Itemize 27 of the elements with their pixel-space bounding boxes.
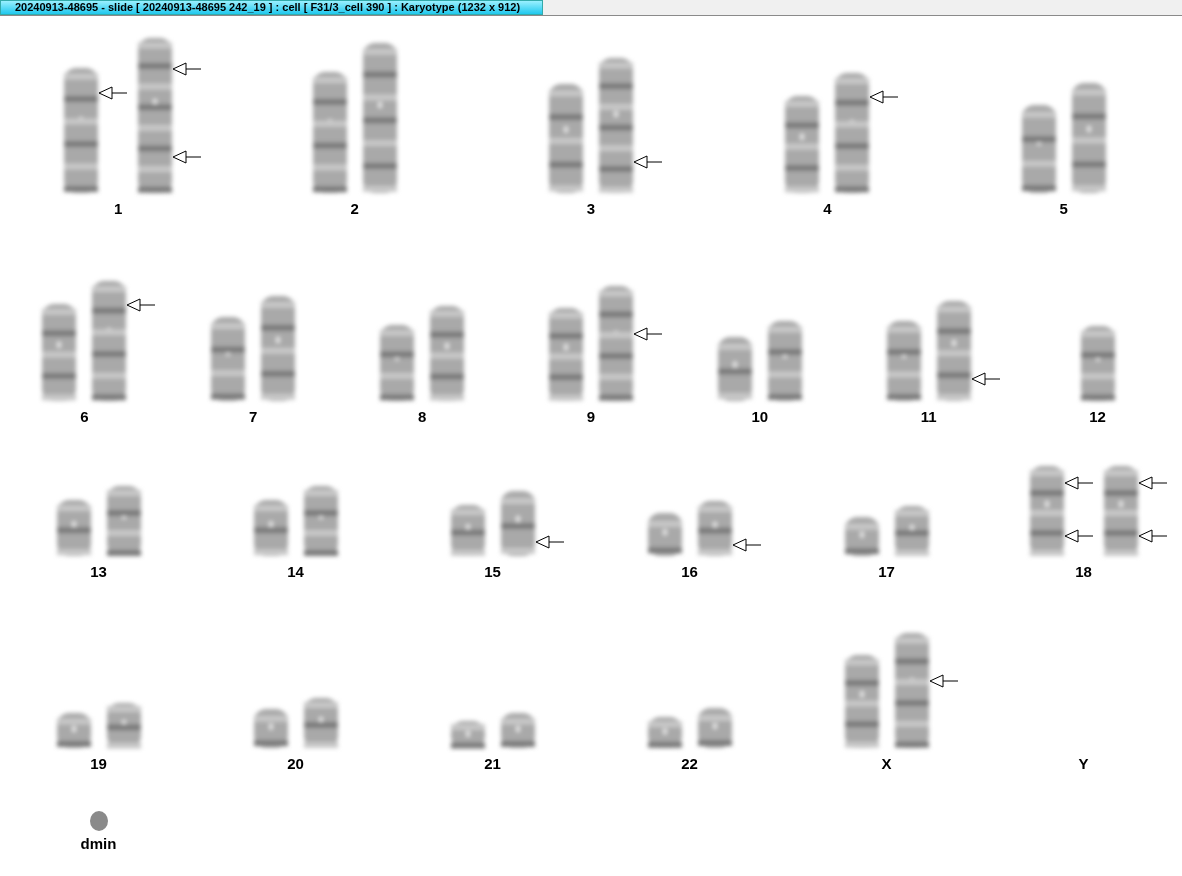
- chromosome-label: 19: [90, 755, 107, 772]
- chromosome-label: 21: [484, 755, 501, 772]
- chromosome-label: 22: [681, 755, 698, 772]
- chromosome-label: 13: [90, 563, 107, 580]
- chromosome-label: 5: [1059, 200, 1068, 217]
- chromosome-fragment-drawing: [87, 809, 110, 833]
- chromosome-label: 2: [350, 200, 359, 217]
- chromosome-label: 6: [80, 408, 89, 425]
- chromosome-label: 12: [1089, 408, 1106, 425]
- chromosome-label: 15: [484, 563, 501, 580]
- chromosome-label: 16: [681, 563, 698, 580]
- chromosome-label: X: [881, 755, 892, 772]
- chromosome-label: 10: [751, 408, 769, 425]
- chromosome-label: 18: [1075, 563, 1092, 580]
- chromosome-label: 7: [249, 408, 258, 425]
- chromosome-label: 9: [586, 408, 596, 425]
- chromosome-label: dmin: [80, 835, 117, 852]
- chromosome-label: 11: [920, 408, 937, 425]
- chromosome-label: 8: [417, 408, 427, 425]
- chromosome-label: 4: [823, 200, 832, 217]
- chromosome-label: 17: [878, 563, 895, 580]
- window-title: 20240913-48695 - slide [ 20240913-48695 242_19 ] : cell [ F31/3_cell 390 ] : Karyotype (1232 x 912): [0, 0, 544, 15]
- chromosome-label: 3: [586, 200, 596, 217]
- chromosome-label: 1: [114, 200, 123, 217]
- chromosome-label: 20: [287, 755, 304, 772]
- chromosome-label: 14: [287, 563, 304, 580]
- chromosome-label: Y: [1078, 755, 1089, 772]
